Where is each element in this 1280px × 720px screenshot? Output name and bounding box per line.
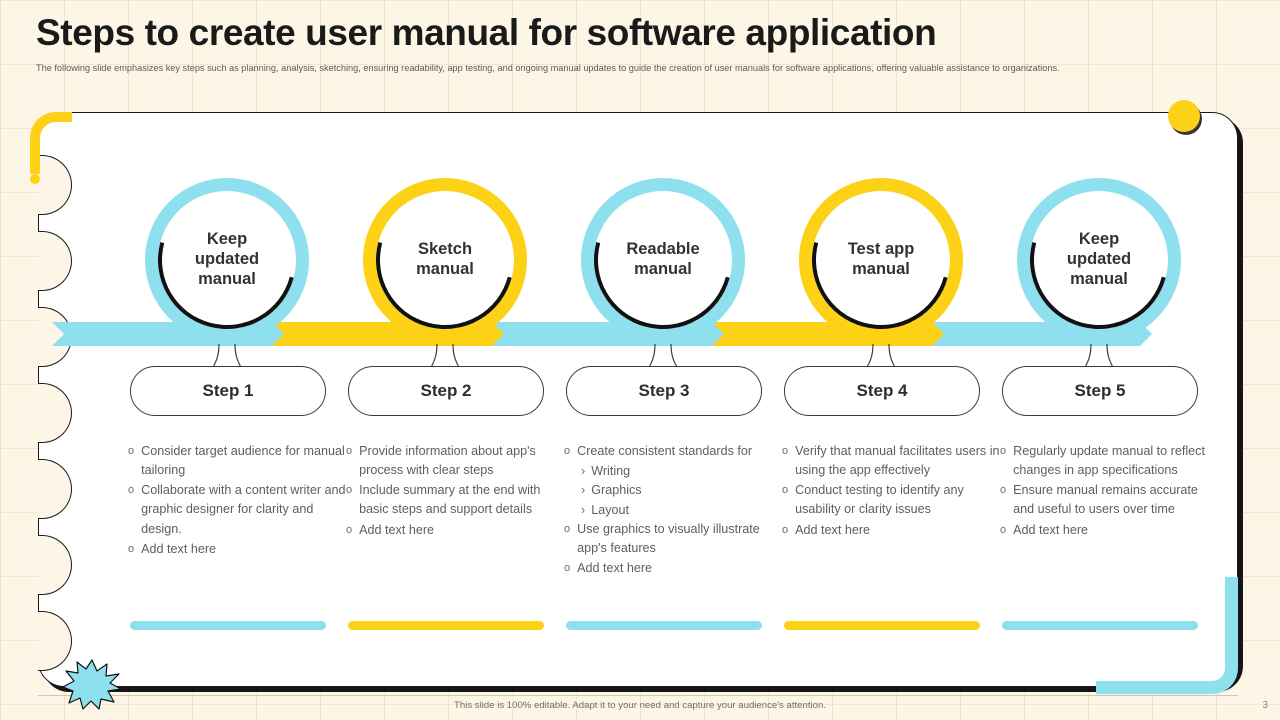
step-circle-1[interactable]: Keep updated manual <box>132 165 322 355</box>
step-bullet-list-4: o Verify that manual facilitates users in… <box>782 442 1002 541</box>
list-item-text: Add text here <box>141 541 217 556</box>
bullet-marker-icon: o <box>128 484 135 497</box>
list-item: o Verify that manual facilitates users in… <box>782 442 1002 480</box>
list-item-text: Verify that manual facilitates users in … <box>795 444 1000 478</box>
list-item: o Add text here <box>128 540 348 559</box>
step-circle-2[interactable]: Sketch manual <box>350 165 540 355</box>
list-item-text: Create consistent standards for <box>577 444 753 458</box>
page-title: Steps to create user manual for software… <box>36 12 937 53</box>
step-pill-1[interactable]: Step 1 <box>130 366 326 416</box>
step-circle-label: Keep updated manual <box>1066 230 1132 288</box>
sub-list-item: › Layout <box>564 501 784 520</box>
bullet-marker-icon: o <box>346 484 353 497</box>
list-item-text: Ensure manual remains accurate and usefu… <box>1013 483 1198 517</box>
list-item: o Include summary at the end with basic s… <box>346 481 566 519</box>
step-circle-5[interactable]: Keep updated manual <box>1004 165 1194 355</box>
yellow-dot-decoration <box>1168 100 1200 132</box>
list-item: o Consider target audience for manual tai… <box>128 442 348 480</box>
step-accent-bar <box>784 621 980 630</box>
chevron-right-icon: › <box>581 464 586 479</box>
list-item: o Add text here <box>1000 521 1220 540</box>
list-item-text: Add text here <box>795 522 871 537</box>
cyan-corner-bracket-decoration <box>1096 577 1238 694</box>
bullet-marker-icon: o <box>1000 484 1007 497</box>
sub-list-item-text: Layout <box>591 502 630 517</box>
list-item-text: Use graphics to visually illustrate app'… <box>577 521 760 555</box>
slide-header: Steps to create user manual for software… <box>36 12 1236 76</box>
list-item-text: Include summary at the end with basic st… <box>359 483 541 517</box>
page-number: 3 <box>1262 700 1268 711</box>
step-accent-bar <box>130 621 326 630</box>
step-bullet-list-1: o Consider target audience for manual tai… <box>128 442 348 560</box>
list-item: o Create consistent standards for <box>564 442 784 461</box>
sub-list-item-text: Writing <box>591 464 631 479</box>
list-item-text: Add text here <box>1013 522 1089 537</box>
step-accent-bar <box>348 621 544 630</box>
sub-list-item: › Writing <box>564 462 784 481</box>
bullet-marker-icon: o <box>1000 523 1007 536</box>
page-subtitle: The following slide emphasizes key steps… <box>36 63 1060 74</box>
list-item: o Ensure manual remains accurate and usef… <box>1000 481 1220 519</box>
step-circle-label: Readable manual <box>626 240 700 278</box>
footer-divider <box>38 695 1238 696</box>
card-notch <box>38 459 72 519</box>
step-circle-3[interactable]: Readable manual <box>568 165 758 355</box>
step-pill-2[interactable]: Step 2 <box>348 366 544 416</box>
footer-note: This slide is 100% editable. Adapt it to… <box>454 700 826 711</box>
bullet-marker-icon: o <box>782 523 789 536</box>
list-item-text: Collaborate with a content writer and gr… <box>141 483 346 536</box>
step-circle-4[interactable]: Test app manual <box>786 165 976 355</box>
bullet-marker-icon: o <box>782 445 789 457</box>
list-item: o Add text here <box>564 559 784 578</box>
list-item-text: Conduct testing to identify any usabilit… <box>795 483 964 517</box>
step-bullet-list-5: o Regularly update manual to reflect chan… <box>1000 442 1220 541</box>
bullet-marker-icon: o <box>128 542 135 555</box>
step-bullet-list-2: o Provide information about app's process… <box>346 442 566 541</box>
bullet-marker-icon: o <box>564 561 571 574</box>
list-item: o Use graphics to visually illustrate app… <box>564 520 784 558</box>
list-item: o Add text here <box>782 521 1002 540</box>
bullet-marker-icon: o <box>564 522 571 535</box>
bullet-marker-icon: o <box>782 484 789 497</box>
starburst-icon <box>62 659 122 710</box>
bullet-marker-icon: o <box>346 523 353 536</box>
step-pill-4[interactable]: Step 4 <box>784 366 980 416</box>
list-item-text: Provide information about app's process … <box>359 444 536 478</box>
list-item-text: Add text here <box>359 522 435 537</box>
chevron-right-icon: › <box>581 502 586 517</box>
sub-list-item: › Graphics <box>564 481 784 500</box>
card-notch <box>38 535 72 595</box>
bullet-marker-icon: o <box>128 445 135 457</box>
yellow-corner-hook-decoration <box>30 112 72 184</box>
list-item-text: Regularly update manual to reflect chang… <box>1013 444 1205 478</box>
card-notch <box>38 231 72 291</box>
step-circle-label: Sketch manual <box>416 240 474 278</box>
step-pill-3[interactable]: Step 3 <box>566 366 762 416</box>
step-circle-label: Keep updated manual <box>194 230 260 288</box>
step-circle-label: Test app manual <box>847 240 915 278</box>
list-item: o Collaborate with a content writer and g… <box>128 481 348 538</box>
bullet-marker-icon: o <box>564 445 571 457</box>
bullet-marker-icon: o <box>1000 445 1007 457</box>
card-notch <box>38 383 72 443</box>
list-item-text: Consider target audience for manual tail… <box>141 444 345 478</box>
list-item-text: Add text here <box>577 560 653 575</box>
bullet-marker-icon: o <box>346 445 353 457</box>
list-item: o Regularly update manual to reflect chan… <box>1000 442 1220 480</box>
list-item: o Add text here <box>346 521 566 540</box>
list-item: o Conduct testing to identify any usabili… <box>782 481 1002 519</box>
step-accent-bar <box>566 621 762 630</box>
step-bullet-list-3: o Create consistent standards for › Writing… <box>564 442 784 579</box>
chevron-right-icon: › <box>581 483 586 498</box>
step-pill-5[interactable]: Step 5 <box>1002 366 1198 416</box>
list-item: o Provide information about app's process… <box>346 442 566 480</box>
sub-list-item-text: Graphics <box>591 483 642 498</box>
